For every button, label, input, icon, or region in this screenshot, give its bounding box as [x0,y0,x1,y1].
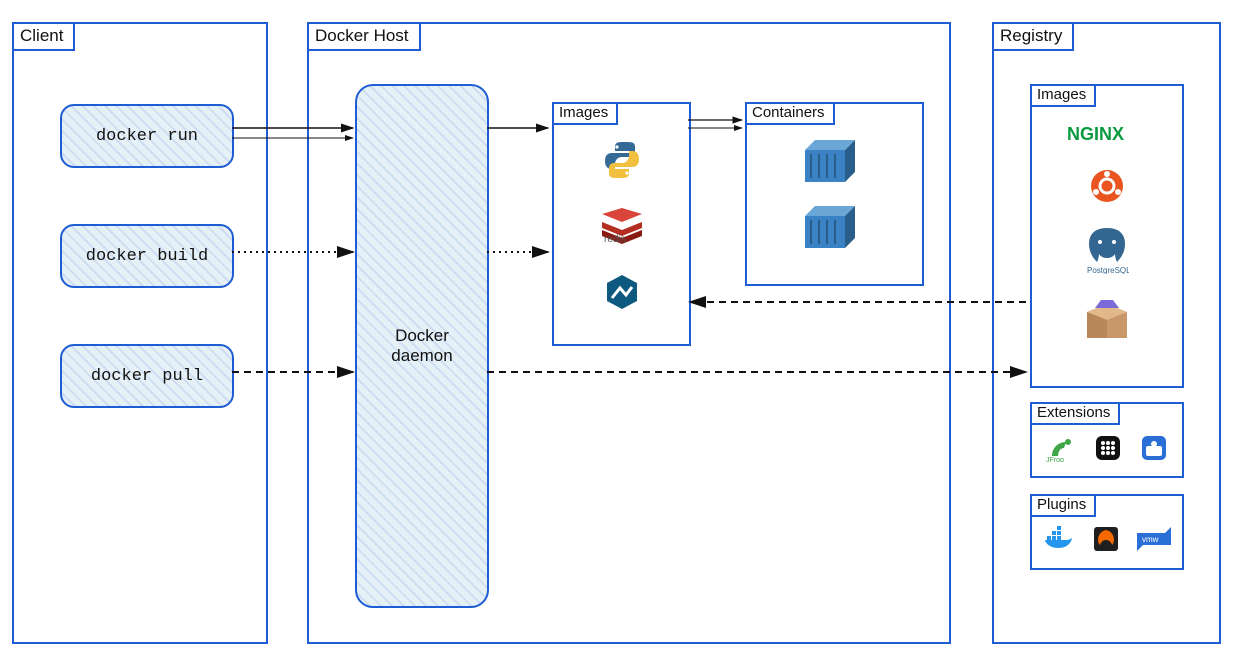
registry-images-title: Images [1030,84,1096,107]
registry-panel: Registry Images NGINX PostgreSQL [992,22,1221,644]
client-panel-title: Client [12,22,75,51]
host-images-title: Images [552,102,618,125]
redis-icon: redis [598,208,646,244]
svg-text:redis: redis [604,234,626,244]
docker-daemon: Docker daemon [355,84,489,608]
svg-text:NGINX: NGINX [1067,124,1124,144]
postgresql-icon: PostgreSQL [1085,226,1129,274]
lens-icon [1140,434,1168,462]
container-icon-2 [805,206,865,248]
alpine-icon [602,272,642,312]
cmd-docker-pull-text: docker pull [91,367,203,386]
vmware-plugin-icon: vmw [1137,527,1171,551]
svg-text:PostgreSQL: PostgreSQL [1087,266,1129,274]
registry-plugins-title: Plugins [1030,494,1096,517]
registry-extensions-title: Extensions [1030,402,1120,425]
docker-plugin-icon [1043,526,1075,552]
daemon-label-1: Docker [395,326,449,346]
cmd-docker-run: docker run [60,104,234,168]
jfrog-icon: JFrog [1046,434,1076,462]
svg-text:vmw: vmw [1142,535,1159,544]
portainer-icon [1094,434,1122,462]
cmd-docker-build-text: docker build [86,247,208,266]
grafana-plugin-icon [1093,526,1119,552]
registry-images-box: Images NGINX PostgreSQL [1030,84,1184,388]
registry-panel-title: Registry [992,22,1074,51]
package-icon [1081,296,1133,342]
registry-plugins-box: Plugins vmw [1030,494,1184,570]
host-panel-title: Docker Host [307,22,421,51]
svg-text:JFrog: JFrog [1046,457,1064,462]
host-containers-title: Containers [745,102,835,125]
cmd-docker-build: docker build [60,224,234,288]
diagram-canvas: Client docker run docker build docker pu… [0,0,1233,651]
cmd-docker-run-text: docker run [96,127,198,146]
nginx-icon: NGINX [1067,122,1147,146]
container-icon-1 [805,140,865,182]
daemon-label-2: daemon [391,346,452,366]
ubuntu-icon [1089,168,1125,204]
python-icon [602,140,642,180]
registry-extensions-box: Extensions JFrog [1030,402,1184,478]
client-panel: Client docker run docker build docker pu… [12,22,268,644]
host-containers-box: Containers [745,102,924,286]
cmd-docker-pull: docker pull [60,344,234,408]
host-panel: Docker Host Docker daemon Images [307,22,951,644]
host-images-box: Images redis [552,102,691,346]
